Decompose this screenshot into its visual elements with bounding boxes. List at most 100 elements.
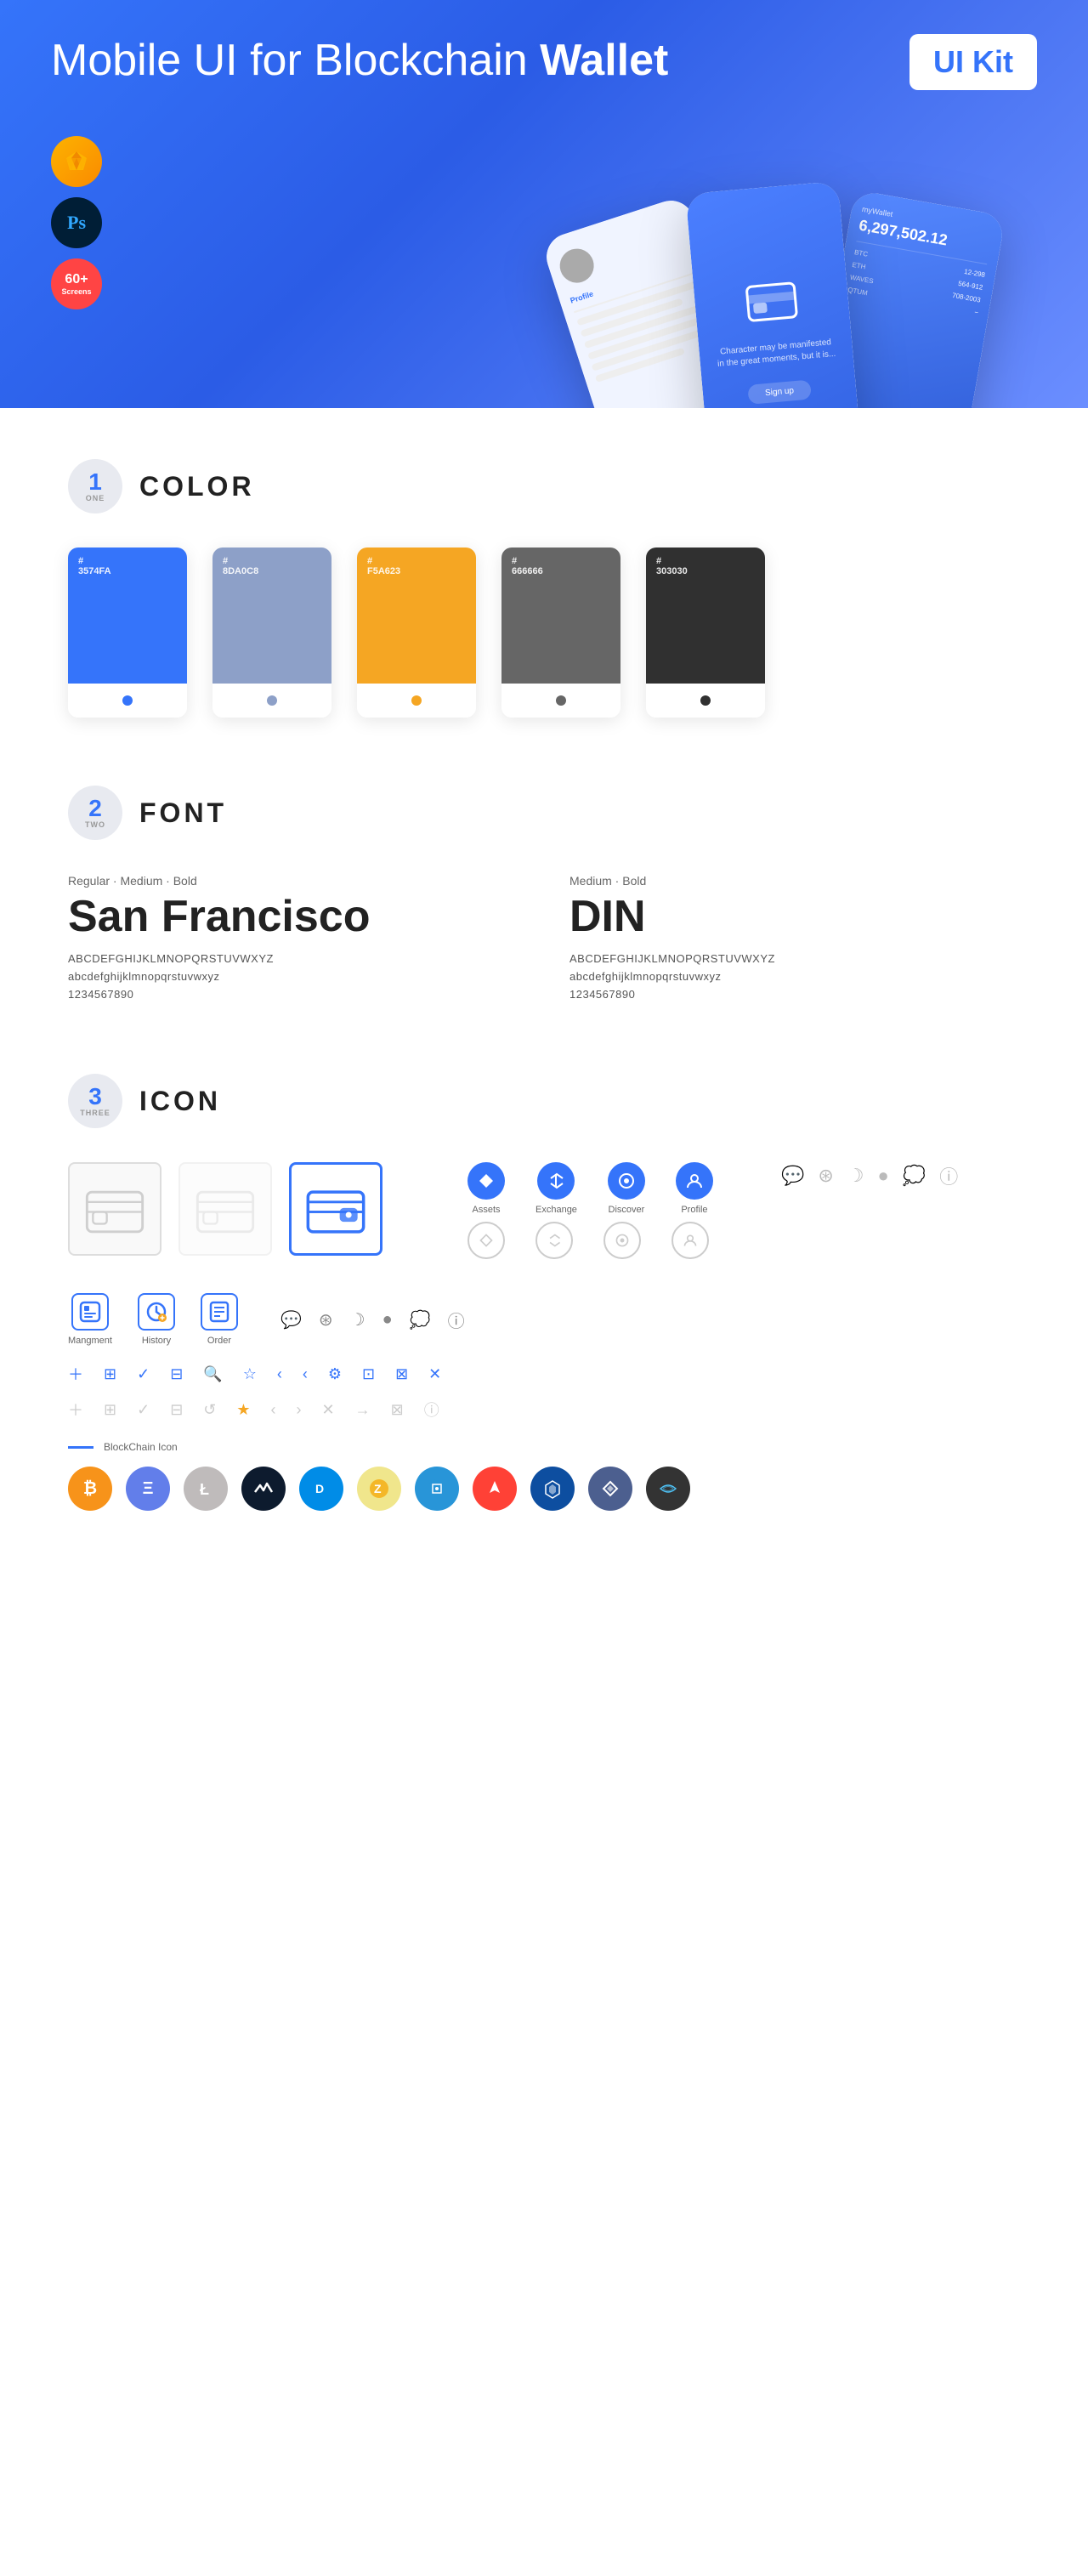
discover-icon-circle[interactable] (608, 1162, 645, 1200)
gear-icon[interactable]: ⚙ (328, 1365, 342, 1383)
svg-text:Z: Z (374, 1482, 382, 1495)
star-filled-icon[interactable]: ★ (236, 1401, 250, 1419)
check-icon[interactable]: ✓ (137, 1365, 150, 1383)
font-din-styles: Medium · Bold (570, 874, 1020, 888)
bitcoin-icon: ₿ (68, 1467, 112, 1511)
exchange-ghost-circle[interactable] (536, 1222, 573, 1259)
profile-icon-circle[interactable] (676, 1162, 713, 1200)
polymath-icon (588, 1467, 632, 1511)
blockchain-label-row: BlockChain Icon (68, 1441, 1020, 1453)
wallet-icon-wireframe-1 (68, 1162, 162, 1256)
zcash-icon: Z (357, 1467, 401, 1511)
blockchain-line (68, 1446, 94, 1449)
assets-icon-circle[interactable] (468, 1162, 505, 1200)
swatch-black: #303030 (646, 548, 765, 718)
ark-icon (473, 1467, 517, 1511)
font-block-sf: Regular · Medium · Bold San Francisco AB… (68, 874, 518, 1006)
ui-kit-badge: UI Kit (910, 34, 1037, 90)
qr2-icon[interactable]: ⊟ (170, 1401, 183, 1419)
next-icon[interactable]: → (355, 1401, 371, 1419)
small-icons-row-1: ＋ ⊞ ✓ ⊟ 🔍 ☆ ‹ ‹ ⚙ ⊡ ⊠ ✕ (68, 1363, 1020, 1385)
assets-ghost-circle[interactable] (468, 1222, 505, 1259)
plus-icon[interactable]: ＋ (68, 1363, 83, 1385)
back2-icon[interactable]: ‹ (271, 1401, 276, 1419)
font-grid: Regular · Medium · Bold San Francisco AB… (68, 874, 1020, 1006)
main-content: 1 ONE COLOR #3574FA #8DA0C8 (0, 408, 1088, 1630)
nav-icon-discover: Discover (608, 1162, 645, 1215)
screens-badge: 60+ Screens (51, 258, 102, 309)
color-section: 1 ONE COLOR #3574FA #8DA0C8 (68, 459, 1020, 718)
history-icon-item: History (138, 1293, 175, 1346)
font-sf-lowercase: abcdefghijklmnopqrstuvwxyz (68, 970, 518, 983)
refresh-icon[interactable]: ↺ (203, 1401, 216, 1419)
exchange-icon-circle[interactable] (537, 1162, 575, 1200)
small-icons-row-2: ＋ ⊞ ✓ ⊟ ↺ ★ ‹ › ✕ → ⊠ ⓘ (68, 1399, 1020, 1421)
forward-icon[interactable]: › (297, 1401, 302, 1419)
nav-icon-exchange-ghost (536, 1222, 573, 1259)
right-small-icons: 💬 ⊛ ☽ ● 💭 ⓘ (781, 1162, 958, 1189)
swatch-grayblue: #8DA0C8 (212, 548, 332, 718)
svg-text:Ł: Ł (200, 1481, 209, 1498)
wallet-icon-wireframe-2 (178, 1162, 272, 1256)
color-section-header: 1 ONE COLOR (68, 459, 1020, 513)
font-number-badge: 2 TWO (68, 786, 122, 840)
font-title: FONT (139, 797, 227, 829)
swap-icon[interactable]: ⊠ (395, 1365, 408, 1383)
history-icon[interactable] (138, 1293, 175, 1331)
dash-icon: D (299, 1467, 343, 1511)
management-icon-item: Mangment (68, 1293, 112, 1346)
nav-icon-assets-ghost (468, 1222, 505, 1259)
layers-icon[interactable]: ⊛ (818, 1165, 833, 1187)
crypto-icons-row: ₿ Ξ Ł D Z (68, 1467, 1020, 1511)
share-icon[interactable]: ‹ (303, 1365, 308, 1383)
plus2-icon[interactable]: ＋ (68, 1399, 83, 1421)
management-icon[interactable] (71, 1293, 109, 1331)
font-sf-styles: Regular · Medium · Bold (68, 874, 518, 888)
swap2-icon[interactable]: ⊠ (391, 1401, 404, 1419)
color-number-badge: 1 ONE (68, 459, 122, 513)
info3-icon[interactable]: ⓘ (424, 1399, 439, 1421)
stack-icon[interactable]: ⊛ (319, 1309, 333, 1331)
qtum-icon (415, 1467, 459, 1511)
utility-icons-group: 💬 ⊛ ☽ ● 💭 ⓘ (280, 1308, 465, 1332)
info-icon[interactable]: ⓘ (939, 1162, 958, 1189)
wireframe-icons (68, 1162, 382, 1256)
grid-icon[interactable]: ⊞ (104, 1365, 116, 1383)
nav-icon-profile-ghost (672, 1222, 709, 1259)
speech-icon[interactable]: 💭 (903, 1165, 926, 1187)
ps-badge: Ps (51, 197, 102, 248)
font-din-uppercase: ABCDEFGHIJKLMNOPQRSTUVWXYZ (570, 952, 1020, 965)
bubble-icon[interactable]: 💭 (410, 1309, 431, 1331)
ethereum-icon: Ξ (126, 1467, 170, 1511)
grid2-icon[interactable]: ⊞ (104, 1401, 116, 1419)
close-icon[interactable]: ✕ (428, 1365, 441, 1383)
phones-container: Profile Charact (544, 170, 1003, 408)
chat2-icon[interactable]: 💬 (280, 1309, 302, 1331)
crescent-icon[interactable]: ☽ (350, 1309, 366, 1331)
blockchain-label: BlockChain Icon (104, 1441, 178, 1453)
poa-icon (646, 1467, 690, 1511)
back-icon[interactable]: ‹ (277, 1365, 282, 1383)
waves-icon (241, 1467, 286, 1511)
hero-badges: Ps 60+ Screens (51, 136, 102, 309)
search-icon[interactable]: 🔍 (203, 1365, 222, 1383)
svg-text:D: D (315, 1482, 324, 1495)
chat-icon[interactable]: 💬 (781, 1165, 804, 1187)
circle-icon[interactable]: ● (878, 1165, 889, 1187)
dot-icon[interactable]: ● (382, 1310, 393, 1330)
icon-title: ICON (139, 1086, 221, 1117)
star-outline-icon[interactable]: ☆ (243, 1365, 257, 1383)
profile-ghost-circle[interactable] (672, 1222, 709, 1259)
moon-icon[interactable]: ☽ (847, 1165, 864, 1187)
info2-icon[interactable]: ⓘ (448, 1308, 465, 1332)
discover-ghost-circle[interactable] (604, 1222, 641, 1259)
upload-icon[interactable]: ⊡ (362, 1365, 375, 1383)
check2-icon[interactable]: ✓ (137, 1401, 150, 1419)
qr-icon[interactable]: ⊟ (170, 1365, 183, 1383)
nav-icon-assets: Assets (468, 1162, 505, 1215)
swatch-blue: #3574FA (68, 548, 187, 718)
icon-top-row: Assets Exchange (68, 1162, 1020, 1259)
order-icon[interactable] (201, 1293, 238, 1331)
icon-section: 3 THREE ICON (68, 1074, 1020, 1511)
cancel-icon[interactable]: ✕ (322, 1401, 335, 1419)
